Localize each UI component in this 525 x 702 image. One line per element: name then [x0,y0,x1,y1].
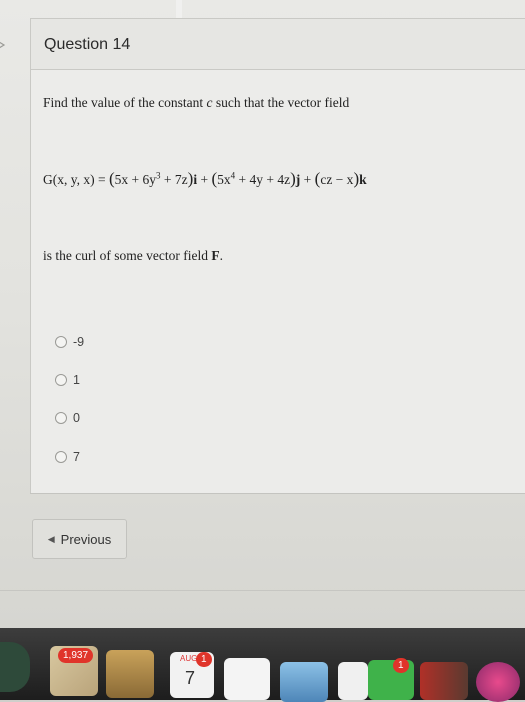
question-title: Question 14 [44,36,131,53]
question-card: Question 14 Find the value of the consta… [30,18,525,494]
browser-page: Question 14 Find the value of the consta… [0,0,525,628]
radio-button[interactable] [55,374,67,386]
calendar-day: 7 [185,668,196,688]
chevron-right-icon [0,41,6,49]
itunes-app-icon[interactable] [476,662,520,702]
field-name: F [211,248,220,263]
macos-dock: 1,937 AUG 7 1 1 [0,628,525,702]
question-prompt: Find the value of the constant c such th… [43,95,350,110]
preview-app-icon[interactable] [280,662,328,702]
radio-button[interactable] [55,336,67,348]
radio-button[interactable] [55,412,67,424]
photo-booth-app-icon[interactable] [338,662,368,700]
answer-option[interactable]: -9 [55,335,84,349]
radio-button[interactable] [55,451,67,463]
answer-option[interactable]: 1 [55,373,80,387]
photos-app-icon[interactable] [420,662,468,700]
messages-badge: 1 [393,658,409,673]
question-header: Question 14 [31,19,525,70]
mail-badge: 1,937 [58,648,94,663]
curl-statement: is the curl of some vector field F. [43,248,223,263]
answer-option[interactable]: 0 [55,411,80,425]
chevron-left-icon: ◀ [47,533,55,544]
reminders-app-icon[interactable] [224,658,270,700]
vector-field-equation: G(x, y, x) = (5x + 6y3 + 7z)i + (5x4 + 4… [43,169,367,188]
notes-app-icon[interactable] [106,650,154,698]
rocket-app-icon[interactable] [0,642,30,692]
previous-button[interactable]: ◀ Previous [32,519,127,559]
answer-option[interactable]: 7 [55,450,80,464]
calendar-badge: 1 [196,652,212,667]
card-bottom-divider [30,493,525,494]
calendar-month: AUG [180,654,198,663]
page-divider [0,590,525,591]
